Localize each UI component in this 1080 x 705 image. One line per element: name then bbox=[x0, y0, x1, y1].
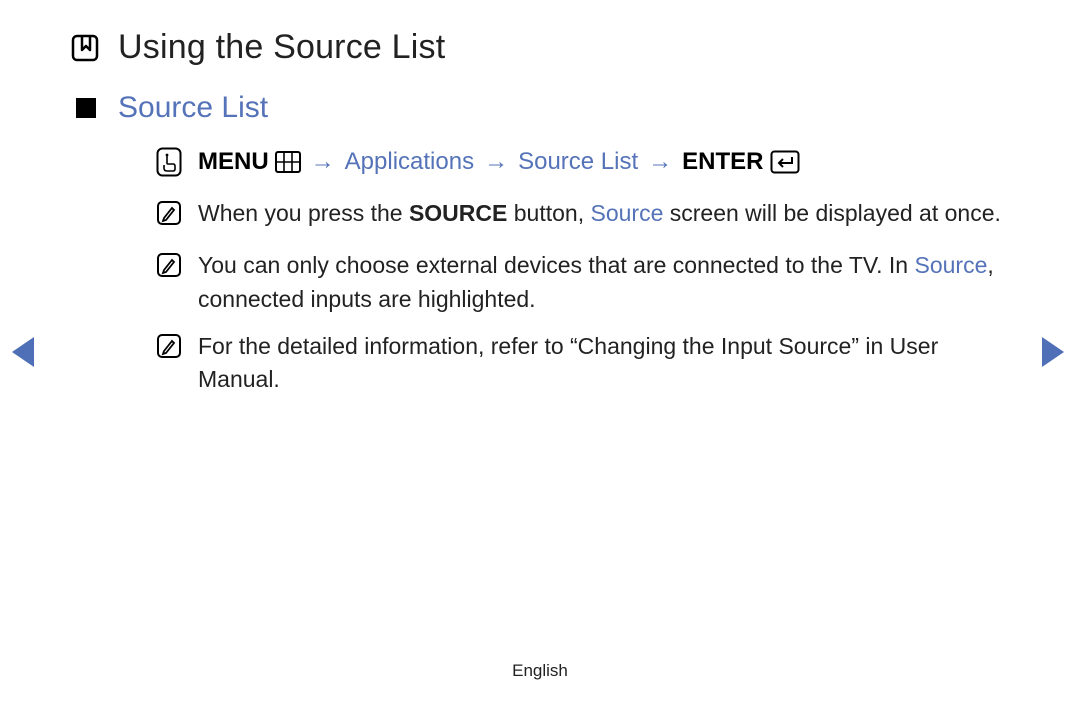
note-icon bbox=[156, 252, 182, 287]
note-3: For the detailed information, refer to “… bbox=[156, 330, 1010, 397]
next-page-button[interactable] bbox=[1040, 335, 1066, 374]
section-heading-row: Source List bbox=[76, 91, 1010, 125]
note-1: When you press the SOURCE button, Source… bbox=[156, 197, 1010, 235]
note-2: You can only choose external devices tha… bbox=[156, 249, 1010, 316]
chapter-title: Using the Source List bbox=[118, 28, 445, 67]
t: Source bbox=[590, 200, 663, 226]
t: When you press the bbox=[198, 200, 409, 226]
menu-grid-icon bbox=[275, 151, 301, 173]
note-icon bbox=[156, 333, 182, 368]
arrow-2: → bbox=[480, 148, 512, 176]
t: For the detailed information, refer to “… bbox=[198, 333, 938, 392]
arrow-3: → bbox=[644, 148, 676, 176]
note-2-text: You can only choose external devices tha… bbox=[198, 249, 1010, 316]
section-heading: Source List bbox=[118, 91, 268, 125]
hand-press-icon bbox=[156, 147, 182, 177]
t: You can only choose external devices tha… bbox=[198, 252, 914, 278]
note-1-text: When you press the SOURCE button, Source… bbox=[198, 197, 1001, 230]
note-icon bbox=[156, 200, 182, 235]
enter-label: ENTER bbox=[682, 148, 763, 176]
note-3-text: For the detailed information, refer to “… bbox=[198, 330, 1010, 397]
t: SOURCE bbox=[409, 200, 507, 226]
t: Source bbox=[914, 252, 987, 278]
t: button, bbox=[507, 200, 590, 226]
menu-label: MENU bbox=[198, 148, 269, 176]
footer-language: English bbox=[0, 661, 1080, 681]
arrow-1: → bbox=[307, 148, 339, 176]
enter-key-icon bbox=[770, 150, 800, 174]
chapter-title-row: Using the Source List bbox=[70, 28, 1010, 67]
breadcrumb-path: MENU → Applications → Source List → ENTE… bbox=[156, 147, 1010, 177]
bookmark-icon bbox=[70, 33, 100, 63]
breadcrumb-source-list: Source List bbox=[518, 148, 638, 176]
t: screen will be displayed at once. bbox=[663, 200, 1001, 226]
breadcrumb-applications: Applications bbox=[345, 148, 474, 176]
square-bullet-icon bbox=[76, 98, 96, 118]
previous-page-button[interactable] bbox=[10, 335, 36, 374]
